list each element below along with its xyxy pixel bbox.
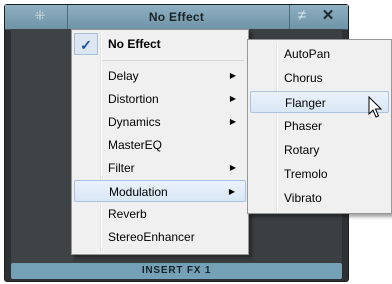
menu-item-label: StereoEnhancer: [108, 230, 195, 244]
submenu-item-autopan[interactable]: AutoPan: [250, 43, 389, 65]
close-icon[interactable]: ✕: [315, 7, 341, 25]
submenu-item-rotary[interactable]: Rotary: [250, 139, 389, 161]
title-separator-left: [67, 5, 68, 29]
menu-item-dynamics[interactable]: Dynamics ▶: [74, 111, 246, 133]
mouse-pointer-icon: [368, 96, 383, 118]
modulation-submenu: AutoPan Chorus Flanger Phaser Rotary Tre…: [247, 39, 392, 214]
bypass-icon[interactable]: ≠: [289, 7, 315, 25]
menu-item-label: Filter: [108, 161, 135, 175]
submenu-arrow-icon: ▶: [229, 94, 236, 103]
menu-item-modulation[interactable]: Modulation ▶: [74, 180, 246, 202]
menu-item-label: Modulation: [109, 185, 168, 199]
menu-item-label: Rotary: [284, 143, 320, 157]
menu-item-no-effect[interactable]: ✓ No Effect: [74, 33, 246, 55]
menu-item-label: MasterEQ: [108, 138, 163, 152]
menu-item-reverb[interactable]: Reverb: [74, 203, 246, 225]
insert-slot-bar[interactable]: INSERT FX 1: [11, 263, 342, 279]
menu-item-delay[interactable]: Delay ▶: [74, 65, 246, 87]
menu-item-filter[interactable]: Filter ▶: [74, 157, 246, 179]
title-bar[interactable]: ⁜ No Effect ≠ ✕: [5, 5, 348, 30]
menu-item-label: AutoPan: [284, 47, 331, 61]
submenu-item-vibrato[interactable]: Vibrato: [250, 187, 389, 209]
submenu-item-chorus[interactable]: Chorus: [250, 67, 389, 89]
menu-item-label: Chorus: [284, 71, 323, 85]
menu-item-label: Delay: [108, 69, 139, 83]
menu-item-label: No Effect: [108, 37, 161, 51]
menu-item-label: Flanger: [285, 96, 326, 110]
menu-item-label: Distortion: [108, 92, 159, 106]
submenu-arrow-icon: ▶: [229, 117, 236, 126]
menu-item-stereoenhancer[interactable]: StereoEnhancer: [74, 226, 246, 248]
menu-separator: [102, 60, 244, 61]
effect-menu: ✓ No Effect Delay ▶ Distortion ▶ Dynamic…: [71, 29, 249, 255]
submenu-arrow-icon: ▶: [229, 163, 236, 172]
menu-item-distortion[interactable]: Distortion ▶: [74, 88, 246, 110]
menu-item-label: Vibrato: [284, 191, 322, 205]
submenu-item-tremolo[interactable]: Tremolo: [250, 163, 389, 185]
menu-item-mastereq[interactable]: MasterEQ: [74, 134, 246, 156]
move-handle-icon[interactable]: ⁜: [27, 7, 53, 25]
menu-item-label: Phaser: [284, 119, 323, 133]
insert-slot-label: INSERT FX 1: [141, 265, 212, 276]
menu-item-label: Reverb: [108, 207, 147, 221]
submenu-arrow-icon: ▶: [229, 71, 236, 80]
menu-item-label: Dynamics: [108, 115, 161, 129]
fx-side-panel: [11, 29, 73, 263]
menu-item-label: Tremolo: [284, 167, 328, 181]
submenu-arrow-icon: ▶: [228, 187, 235, 196]
checkmark-icon: ✓: [74, 33, 98, 55]
